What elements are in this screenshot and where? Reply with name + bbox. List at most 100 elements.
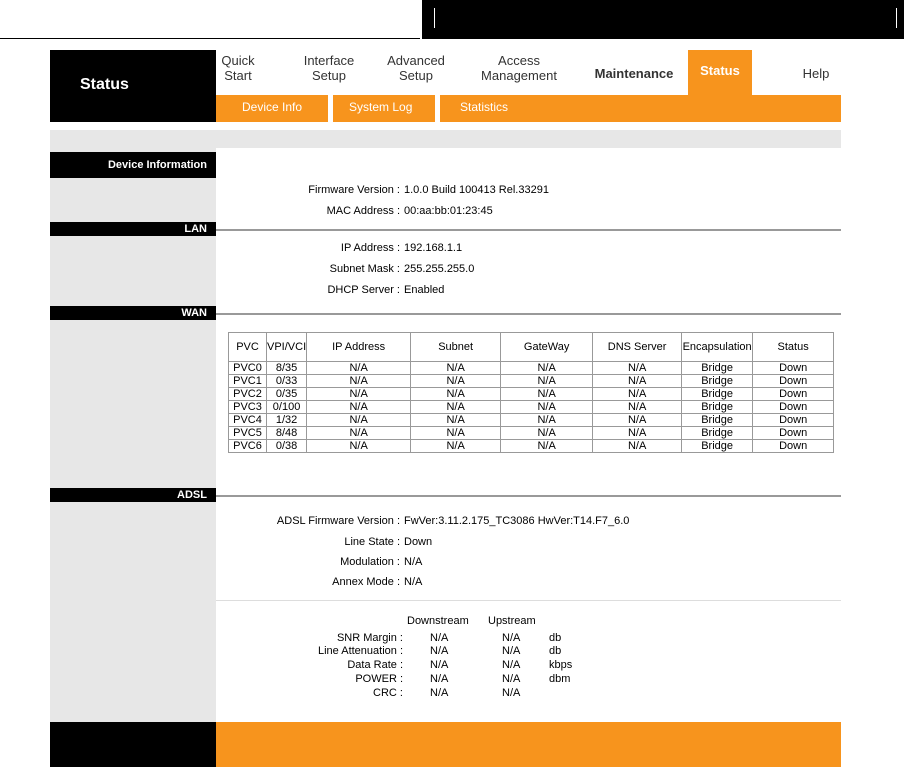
table-cell: 1/32 — [265, 413, 308, 427]
firmware-version-value: 1.0.0 Build 100413 Rel.33291 — [404, 184, 549, 196]
table-cell: Bridge — [681, 374, 754, 388]
annex-mode-label: Annex Mode : — [332, 576, 400, 588]
subnav-separator — [435, 95, 440, 122]
sub-navigation: Device Info System Log Statistics — [216, 95, 841, 122]
subnav-device-info[interactable]: Device Info — [242, 100, 302, 114]
table-header-row: PVC VPI/VCI IP Address Subnet GateWay DN… — [228, 332, 835, 362]
annex-mode-value: N/A — [404, 576, 423, 588]
table-cell: N/A — [410, 361, 502, 375]
table-cell: Down — [752, 374, 835, 388]
nav-advanced-setup[interactable]: Advanced Setup — [383, 53, 449, 83]
mac-address-value: 00:aa:bb:01:23:45 — [404, 205, 493, 217]
banner-tick — [896, 8, 897, 28]
nav-label: Maintenance — [594, 66, 674, 81]
stat-unit: kbps — [549, 659, 573, 671]
table-cell: Down — [752, 426, 835, 440]
column-header: PVC — [228, 332, 267, 362]
nav-interface-setup[interactable]: Interface Setup — [298, 53, 360, 83]
section-divider — [216, 229, 841, 231]
section-device-information: Device Information — [50, 152, 216, 178]
table-cell: N/A — [410, 400, 502, 414]
column-header: Subnet — [410, 332, 502, 362]
table-row: PVC1 0/33 N/A N/A N/A N/A Bridge Down — [228, 374, 835, 388]
footer-left-block — [50, 722, 216, 767]
footer-bar — [216, 722, 841, 767]
nav-help[interactable]: Help — [798, 66, 834, 81]
table-cell: N/A — [592, 374, 683, 388]
table-cell: PVC0 — [228, 361, 267, 375]
downstream-header: Downstream — [407, 615, 469, 627]
page-title: Status — [80, 76, 129, 93]
stat-label: CRC : — [373, 687, 403, 699]
nav-label: Quick — [221, 53, 255, 68]
table-cell: 8/48 — [265, 426, 308, 440]
table-cell: N/A — [500, 400, 594, 414]
stat-label: SNR Margin : — [336, 632, 403, 644]
subnav-statistics[interactable]: Statistics — [460, 100, 508, 114]
table-cell: Bridge — [681, 413, 754, 427]
table-cell: Bridge — [681, 439, 754, 453]
table-cell: N/A — [500, 361, 594, 375]
ip-address-label: IP Address : — [340, 242, 400, 254]
nav-label: Management — [481, 68, 557, 83]
table-cell: PVC1 — [228, 374, 267, 388]
nav-label: Help — [802, 66, 830, 81]
nav-label: Setup — [399, 68, 433, 83]
table-cell: N/A — [410, 439, 502, 453]
table-row: PVC2 0/35 N/A N/A N/A N/A Bridge Down — [228, 387, 835, 401]
nav-access-management[interactable]: Access Management — [474, 53, 564, 83]
table-cell: Bridge — [681, 361, 754, 375]
stat-unit: dbm — [549, 673, 571, 685]
stat-label: Data Rate : — [347, 659, 403, 671]
table-cell: N/A — [410, 374, 502, 388]
table-cell: N/A — [592, 413, 683, 427]
table-cell: N/A — [592, 361, 683, 375]
stat-upstream: N/A — [502, 632, 521, 644]
nav-status[interactable]: Status — [688, 50, 752, 95]
table-cell: N/A — [306, 387, 412, 401]
ip-address-value: 192.168.1.1 — [404, 242, 463, 254]
table-cell: N/A — [306, 439, 412, 453]
subnav-system-log[interactable]: System Log — [349, 100, 412, 114]
table-cell: N/A — [410, 426, 502, 440]
stat-unit: db — [549, 645, 562, 657]
stat-upstream: N/A — [502, 645, 521, 657]
table-row: PVC4 1/32 N/A N/A N/A N/A Bridge Down — [228, 413, 835, 427]
subnet-mask-value: 255.255.255.0 — [404, 263, 475, 275]
line-state-value: Down — [404, 536, 433, 548]
nav-label: Advanced — [387, 53, 445, 68]
mac-address-label: MAC Address : — [326, 205, 400, 217]
top-banner — [0, 0, 904, 39]
nav-label: Start — [224, 68, 252, 83]
table-cell: Down — [752, 400, 835, 414]
table-cell: PVC2 — [228, 387, 267, 401]
stat-downstream: N/A — [430, 645, 449, 657]
nav-quick-start[interactable]: Quick Start — [218, 53, 258, 83]
column-header: VPI/VCI — [265, 332, 308, 362]
banner-black-area — [422, 0, 904, 39]
column-header: Encapsulation — [681, 332, 754, 362]
modulation-label: Modulation : — [340, 556, 400, 568]
table-cell: Bridge — [681, 400, 754, 414]
table-cell: N/A — [500, 439, 594, 453]
section-lan: LAN — [50, 222, 216, 236]
nav-label: Interface — [303, 53, 355, 68]
subnet-mask-label: Subnet Mask : — [329, 263, 400, 275]
adsl-firmware-value: FwVer:3.11.2.175_TC3086 HwVer:T14.F7_6.0 — [404, 515, 630, 527]
table-cell: Bridge — [681, 426, 754, 440]
stat-label: Line Attenuation : — [317, 645, 403, 657]
table-row: PVC3 0/100 N/A N/A N/A N/A Bridge Down — [228, 400, 835, 414]
dhcp-server-value: Enabled — [404, 284, 445, 296]
nav-maintenance[interactable]: Maintenance — [588, 66, 680, 81]
subnav-separator — [328, 95, 333, 122]
table-cell: N/A — [410, 387, 502, 401]
section-divider — [216, 313, 841, 315]
modulation-value: N/A — [404, 556, 423, 568]
stat-label: POWER : — [355, 673, 403, 685]
table-row: PVC0 8/35 N/A N/A N/A N/A Bridge Down — [228, 361, 835, 375]
column-header: IP Address — [306, 332, 412, 362]
gray-band — [50, 130, 841, 148]
table-cell: N/A — [592, 426, 683, 440]
table-cell: 8/35 — [265, 361, 308, 375]
table-cell: N/A — [306, 361, 412, 375]
